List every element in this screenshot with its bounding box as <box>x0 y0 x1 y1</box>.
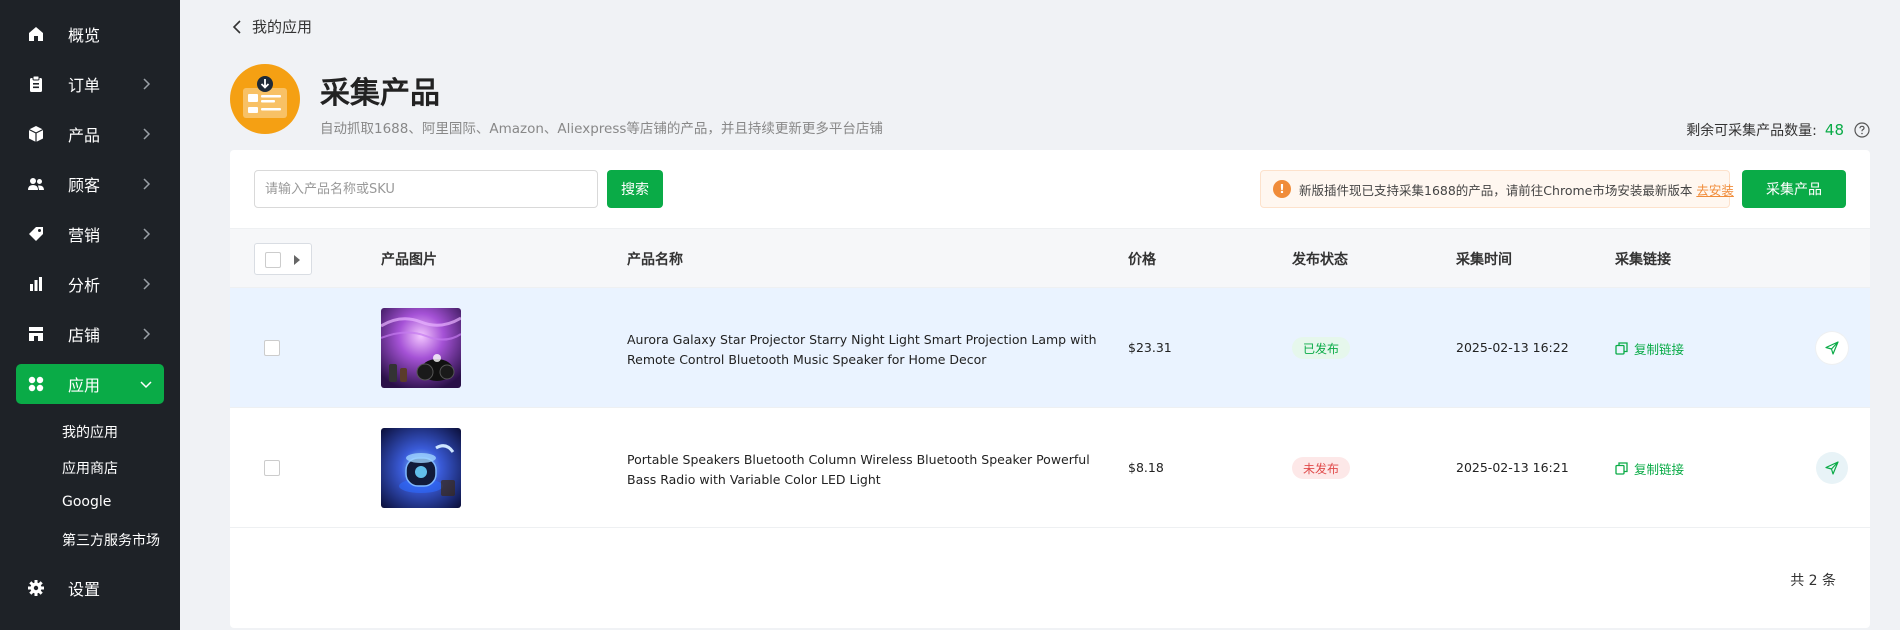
back-label: 我的应用 <box>252 18 313 36</box>
product-price: $8.18 <box>1128 460 1164 475</box>
chevron-right-icon <box>143 228 151 240</box>
quota-value: 48 <box>1824 121 1844 139</box>
row-checkbox[interactable] <box>264 340 280 356</box>
column-header-image: 产品图片 <box>381 252 437 268</box>
copy-link-button[interactable]: 复制链接 <box>1615 459 1684 478</box>
total-count: 共 2 条 <box>1790 573 1836 589</box>
column-header-time: 采集时间 <box>1456 252 1512 268</box>
sidebar-item-analytics[interactable]: 分析 <box>16 264 164 304</box>
sidebar-subitem-third-party-market[interactable]: 第三方服务市场 <box>62 530 160 550</box>
bulk-select-dropdown[interactable] <box>254 243 312 275</box>
sidebar-item-label: 概览 <box>68 26 101 45</box>
sidebar: 概览 订单 产品 顾客 营销 分析 店铺 应用 我的应用 应用商店 Google… <box>0 0 180 630</box>
product-image <box>381 428 461 508</box>
notice-text: 新版插件现已支持采集1688的产品，请前往Chrome市场安装最新版本 <box>1299 182 1693 198</box>
copy-icon <box>1615 462 1628 475</box>
sidebar-item-label: 应用 <box>68 376 101 395</box>
column-header-price: 价格 <box>1128 252 1156 268</box>
copy-link-label: 复制链接 <box>1634 462 1685 477</box>
product-name: Portable Speakers Bluetooth Column Wirel… <box>627 452 1090 487</box>
copy-link-label: 复制链接 <box>1634 342 1685 357</box>
quota-label: 剩余可采集产品数量: <box>1686 123 1817 139</box>
send-icon <box>1825 341 1839 355</box>
page-title: 采集产品 <box>320 76 440 111</box>
grid-icon <box>26 374 46 394</box>
product-price: $23.31 <box>1128 340 1172 355</box>
status-badge: 未发布 <box>1292 457 1351 479</box>
page-subtitle: 自动抓取1688、阿里国际、Amazon、Aliexpress等店铺的产品，并且… <box>320 121 883 137</box>
sidebar-item-orders[interactable]: 订单 <box>16 64 164 104</box>
home-icon <box>26 24 46 44</box>
publish-button[interactable] <box>1816 332 1848 364</box>
product-name: Aurora Galaxy Star Projector Starry Nigh… <box>627 332 1097 367</box>
chevron-right-icon <box>143 178 151 190</box>
chevron-right-icon <box>143 278 151 290</box>
row-checkbox[interactable] <box>264 460 280 476</box>
column-header-status: 发布状态 <box>1292 252 1348 268</box>
sidebar-item-label: 设置 <box>68 580 101 599</box>
remaining-quota: 剩余可采集产品数量: 48 <box>1686 120 1870 140</box>
collect-time: 2025-02-13 16:22 <box>1456 340 1569 355</box>
users-icon <box>26 174 46 194</box>
sidebar-item-label: 顾客 <box>68 176 101 195</box>
sidebar-item-customers[interactable]: 顾客 <box>16 164 164 204</box>
table-header: 产品图片 产品名称 价格 发布状态 采集时间 采集链接 <box>230 228 1870 288</box>
product-image <box>381 308 461 388</box>
column-header-link: 采集链接 <box>1615 252 1671 268</box>
sidebar-item-products[interactable]: 产品 <box>16 114 164 154</box>
sidebar-subitem-app-store[interactable]: 应用商店 <box>62 458 118 478</box>
app-logo <box>230 64 300 134</box>
search-button[interactable]: 搜索 <box>607 170 663 208</box>
copy-icon <box>1615 342 1628 355</box>
gear-icon <box>26 578 46 598</box>
back-link[interactable]: 我的应用 <box>232 16 312 37</box>
caret-right-icon <box>294 255 300 265</box>
sidebar-item-overview[interactable]: 概览 <box>16 14 164 54</box>
collect-app-icon <box>243 76 287 118</box>
sidebar-item-label: 分析 <box>68 276 101 295</box>
collect-products-button[interactable]: 采集产品 <box>1742 170 1846 208</box>
chevron-down-icon <box>140 381 152 389</box>
install-link[interactable]: 去安装 <box>1696 180 1734 199</box>
sidebar-item-apps[interactable]: 应用 <box>16 364 164 404</box>
box-icon <box>26 124 46 144</box>
publish-button[interactable] <box>1816 452 1848 484</box>
bar-chart-icon <box>26 274 46 294</box>
sidebar-item-label: 订单 <box>68 76 101 95</box>
chevron-right-icon <box>143 328 151 340</box>
chevron-right-icon <box>143 128 151 140</box>
sidebar-item-settings[interactable]: 设置 <box>16 568 164 608</box>
sidebar-item-marketing[interactable]: 营销 <box>16 214 164 254</box>
warning-icon: ! <box>1273 180 1291 198</box>
send-icon <box>1825 461 1839 475</box>
help-icon[interactable] <box>1854 122 1870 138</box>
table-row[interactable]: Aurora Galaxy Star Projector Starry Nigh… <box>230 288 1870 408</box>
product-card: 搜索 ! 新版插件现已支持采集1688的产品，请前往Chrome市场安装最新版本… <box>230 150 1870 628</box>
select-all-checkbox[interactable] <box>265 252 281 268</box>
chevron-right-icon <box>143 78 151 90</box>
copy-link-button[interactable]: 复制链接 <box>1615 339 1684 358</box>
sidebar-item-label: 营销 <box>68 226 101 245</box>
plugin-notice: ! 新版插件现已支持采集1688的产品，请前往Chrome市场安装最新版本 去安… <box>1260 170 1734 208</box>
sidebar-subitem-my-apps[interactable]: 我的应用 <box>62 422 118 442</box>
sidebar-item-store[interactable]: 店铺 <box>16 314 164 354</box>
store-icon <box>26 324 46 344</box>
status-badge: 已发布 <box>1292 337 1351 359</box>
tag-icon <box>26 224 46 244</box>
table-row[interactable]: Portable Speakers Bluetooth Column Wirel… <box>230 408 1870 528</box>
search-input[interactable] <box>254 170 598 208</box>
sidebar-item-label: 产品 <box>68 126 101 145</box>
chevron-left-icon <box>232 19 241 34</box>
clipboard-icon <box>26 74 46 94</box>
column-header-name: 产品名称 <box>627 252 683 268</box>
sidebar-item-label: 店铺 <box>68 326 101 345</box>
sidebar-subitem-google[interactable]: Google <box>62 494 111 510</box>
collect-time: 2025-02-13 16:21 <box>1456 460 1569 475</box>
